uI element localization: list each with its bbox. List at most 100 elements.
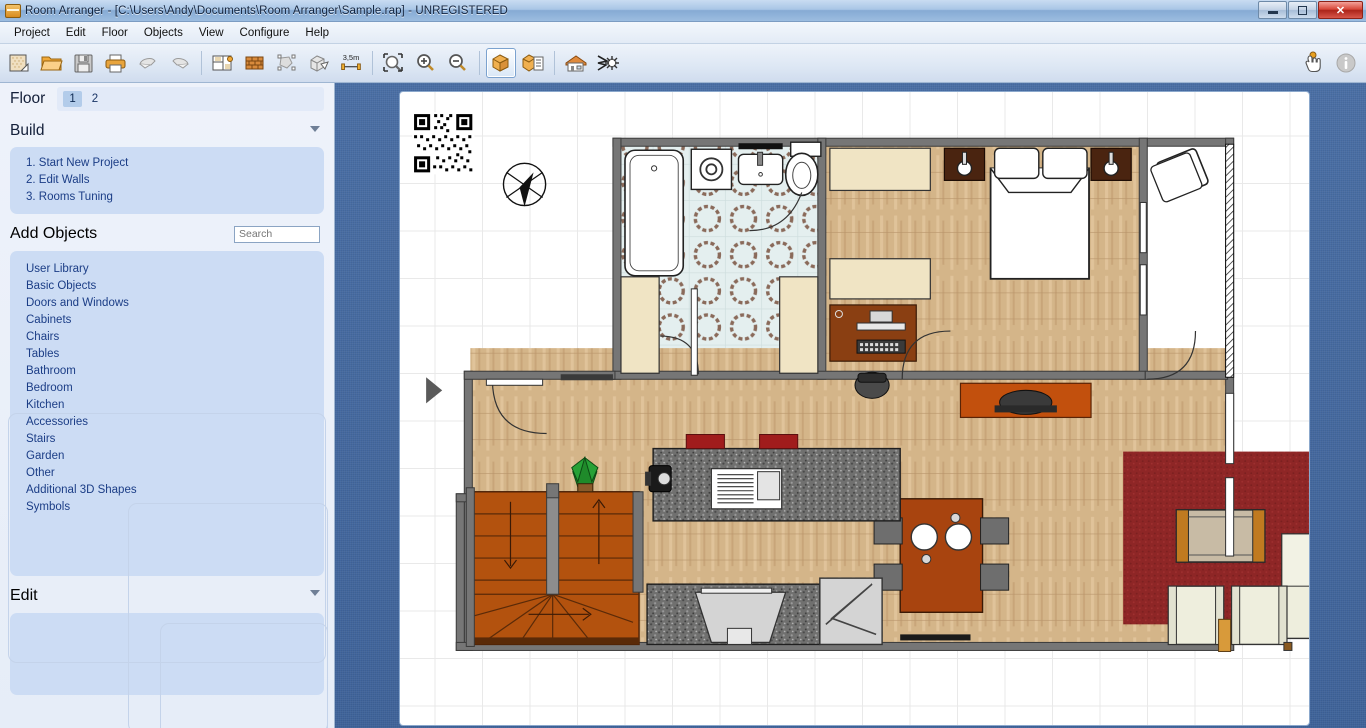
category-bedroom[interactable]: Bedroom xyxy=(10,379,324,396)
workspace-background xyxy=(335,83,1366,728)
add-objects-label: Add Objects xyxy=(10,225,98,242)
select-shape-icon[interactable] xyxy=(272,48,302,78)
render-burst-icon[interactable] xyxy=(593,48,623,78)
window-controls: ✕ xyxy=(1258,1,1363,19)
category-basic-objects[interactable]: Basic Objects xyxy=(10,277,324,294)
armchair-left[interactable] xyxy=(1167,585,1225,646)
close-button[interactable]: ✕ xyxy=(1318,1,1363,19)
bathroom-door-leaf[interactable] xyxy=(690,288,698,376)
category-kitchen[interactable]: Kitchen xyxy=(10,396,324,413)
info-icon[interactable] xyxy=(1331,48,1361,78)
floor-plan-canvas[interactable] xyxy=(399,91,1310,726)
floor-tab-1[interactable]: 1 xyxy=(63,91,82,107)
category-symbols[interactable]: Symbols xyxy=(10,498,324,515)
menu-project[interactable]: Project xyxy=(6,24,58,42)
dining-chair-1[interactable] xyxy=(873,517,903,545)
coffee-machine[interactable] xyxy=(645,465,672,493)
zoom-in-icon[interactable] xyxy=(411,48,441,78)
category-chairs[interactable]: Chairs xyxy=(10,328,324,345)
bar-stool-2[interactable] xyxy=(759,434,799,450)
radiator[interactable] xyxy=(1218,618,1232,652)
search-input[interactable] xyxy=(234,225,320,243)
box-view-icon[interactable] xyxy=(486,48,516,78)
dining-table[interactable] xyxy=(899,498,984,613)
left-sidebar: Floor 1 2 Build 1. Start New Project 2. … xyxy=(0,83,335,728)
object-3d-icon[interactable] xyxy=(304,48,334,78)
bathtub[interactable] xyxy=(624,149,685,277)
hand-pointer-icon[interactable] xyxy=(1299,48,1329,78)
bedroom-window-1[interactable] xyxy=(1139,201,1147,254)
category-additional-3d-shapes[interactable]: Additional 3D Shapes xyxy=(10,481,324,498)
floor-plan-drawing[interactable] xyxy=(400,92,1309,696)
category-accessories[interactable]: Accessories xyxy=(10,413,324,430)
washing-machine[interactable] xyxy=(690,148,733,191)
sideboard-console[interactable] xyxy=(959,382,1092,419)
entry-door[interactable] xyxy=(485,378,544,386)
kitchen-island[interactable] xyxy=(652,447,901,522)
hall-cabinet-top[interactable] xyxy=(829,147,931,192)
toolbar-separator xyxy=(201,51,202,75)
canvas-collapse-arrow[interactable] xyxy=(426,377,443,404)
floor-plan-icon[interactable] xyxy=(208,48,238,78)
chevron-down-icon[interactable] xyxy=(310,126,320,132)
hall-cabinet-mid[interactable] xyxy=(829,258,931,300)
staircase[interactable] xyxy=(469,491,640,646)
minimize-button[interactable] xyxy=(1258,1,1287,19)
armchair-right[interactable] xyxy=(1230,585,1288,646)
kitchen-counter-lower[interactable] xyxy=(646,583,821,646)
house-3d-icon[interactable] xyxy=(561,48,591,78)
menu-edit[interactable]: Edit xyxy=(58,24,94,42)
category-stairs[interactable]: Stairs xyxy=(10,430,324,447)
bedroom-window-2[interactable] xyxy=(1139,264,1147,316)
restore-button[interactable] xyxy=(1288,1,1317,19)
dining-chair-4[interactable] xyxy=(980,563,1010,591)
chevron-down-icon-edit[interactable] xyxy=(310,590,320,596)
living-window-2[interactable] xyxy=(1225,477,1235,557)
double-bed[interactable] xyxy=(989,147,1090,280)
redo-icon[interactable] xyxy=(165,48,195,78)
build-link-rooms-tuning[interactable]: 3. Rooms Tuning xyxy=(10,188,324,205)
stair-wall-right xyxy=(632,491,644,593)
toolbar-separator-3 xyxy=(479,51,480,75)
bathroom-cabinet-left[interactable] xyxy=(620,276,660,374)
category-user-library[interactable]: User Library xyxy=(10,260,324,277)
menu-objects[interactable]: Objects xyxy=(136,24,191,42)
coffee-table[interactable] xyxy=(1175,509,1266,563)
brick-wall-icon[interactable] xyxy=(240,48,270,78)
floor-tab-2[interactable]: 2 xyxy=(86,91,104,107)
menu-configure[interactable]: Configure xyxy=(232,24,298,42)
dining-chair-3[interactable] xyxy=(980,517,1010,545)
window-title: Room Arranger - [C:\Users\Andy\Documents… xyxy=(25,4,508,17)
bar-stool-1[interactable] xyxy=(685,434,725,450)
qr-code-marker xyxy=(412,112,475,175)
build-link-edit-walls[interactable]: 2. Edit Walls xyxy=(10,171,324,188)
category-bathroom[interactable]: Bathroom xyxy=(10,362,324,379)
category-other[interactable]: Other xyxy=(10,464,324,481)
menu-floor[interactable]: Floor xyxy=(94,24,136,42)
office-chair[interactable] xyxy=(854,371,890,399)
save-floppy-icon[interactable] xyxy=(69,48,99,78)
bathroom-cabinet-right[interactable] xyxy=(779,276,819,374)
build-section-header[interactable]: Build xyxy=(10,115,324,147)
new-project-icon[interactable] xyxy=(5,48,35,78)
dishwasher[interactable] xyxy=(819,577,883,646)
category-doors-and-windows[interactable]: Doors and Windows xyxy=(10,294,324,311)
zoom-fit-icon[interactable] xyxy=(379,48,409,78)
box-list-icon[interactable] xyxy=(518,48,548,78)
zoom-out-icon[interactable] xyxy=(443,48,473,78)
edit-section-header[interactable]: Edit xyxy=(10,579,324,613)
open-folder-icon[interactable] xyxy=(37,48,67,78)
category-garden[interactable]: Garden xyxy=(10,447,324,464)
undo-icon[interactable] xyxy=(133,48,163,78)
nightstand-right[interactable] xyxy=(1090,147,1132,181)
nightstand-left[interactable] xyxy=(943,147,986,181)
menu-view[interactable]: View xyxy=(191,24,232,42)
build-link-start-new-project[interactable]: 1. Start New Project xyxy=(10,154,324,171)
category-tables[interactable]: Tables xyxy=(10,345,324,362)
menu-help[interactable]: Help xyxy=(297,24,337,42)
category-cabinets[interactable]: Cabinets xyxy=(10,311,324,328)
desk-with-computer[interactable] xyxy=(829,304,917,362)
living-window-1[interactable] xyxy=(1225,392,1235,465)
measure-icon[interactable]: 3,5m xyxy=(336,48,366,78)
print-icon[interactable] xyxy=(101,48,131,78)
